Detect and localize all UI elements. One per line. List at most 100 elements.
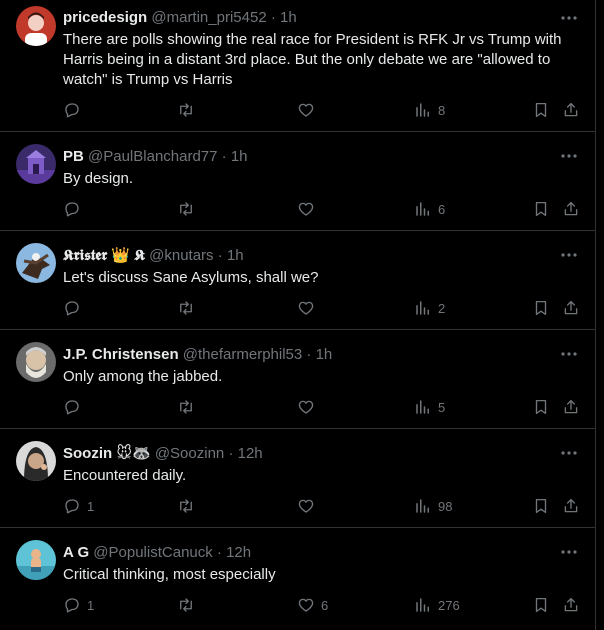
more-horizontal-icon xyxy=(561,451,577,455)
timestamp[interactable]: 12h xyxy=(238,445,263,462)
views-button[interactable]: 98 xyxy=(414,496,452,516)
tweet[interactable]: A G @PopulistCanuck · 12h Critical think… xyxy=(0,528,595,630)
views-button[interactable]: 5 xyxy=(414,397,445,417)
like-button[interactable] xyxy=(297,100,321,120)
tweet-header: 𝕶𝖗𝖎𝖘𝖙𝖊𝖗 👑 𝕶 @knutars · 1h xyxy=(63,246,575,265)
reply-button[interactable] xyxy=(63,199,87,219)
share-icon xyxy=(564,498,578,513)
tweet-header: Soozin 🐭🦝 @Soozinn · 12h xyxy=(63,444,575,463)
repost-button[interactable] xyxy=(177,100,201,120)
tweet-text: There are polls showing the real race fo… xyxy=(63,31,562,88)
more-options-button[interactable] xyxy=(559,8,579,28)
avatar[interactable] xyxy=(16,441,56,481)
more-horizontal-icon xyxy=(561,352,577,356)
reply-button[interactable]: 1 xyxy=(63,595,94,615)
repost-button[interactable] xyxy=(177,595,201,615)
bookmark-button[interactable] xyxy=(532,496,550,516)
display-name[interactable]: A G xyxy=(63,544,89,561)
repost-button[interactable] xyxy=(177,397,201,417)
share-icon xyxy=(564,201,578,216)
bookmark-button[interactable] xyxy=(532,595,550,615)
bookmark-button[interactable] xyxy=(532,199,550,219)
more-options-button[interactable] xyxy=(559,146,579,166)
avatar[interactable] xyxy=(16,540,56,580)
views-button[interactable]: 6 xyxy=(414,199,445,219)
display-name[interactable]: pricedesign xyxy=(63,9,147,26)
tweet[interactable]: Soozin 🐭🦝 @Soozinn · 12h Encountered dai… xyxy=(0,429,595,528)
more-options-button[interactable] xyxy=(559,443,579,463)
bookmark-button[interactable] xyxy=(532,100,550,120)
more-horizontal-icon xyxy=(561,16,577,20)
reply-icon xyxy=(65,598,79,613)
tweet-text: Only among the jabbed. xyxy=(63,368,223,385)
repost-button[interactable] xyxy=(177,298,201,318)
timestamp[interactable]: 1h xyxy=(280,9,297,26)
display-name[interactable]: Soozin 🐭🦝 xyxy=(63,445,151,462)
timestamp[interactable]: 1h xyxy=(227,247,244,264)
like-button[interactable] xyxy=(297,397,321,417)
avatar[interactable] xyxy=(16,6,56,46)
more-options-button[interactable] xyxy=(559,542,579,562)
views-button[interactable]: 2 xyxy=(414,298,445,318)
like-count: 6 xyxy=(321,597,329,613)
views-button[interactable]: 8 xyxy=(414,100,445,120)
reply-button[interactable] xyxy=(63,397,87,417)
like-button[interactable] xyxy=(297,199,321,219)
tweet-header: A G @PopulistCanuck · 12h xyxy=(63,543,575,562)
bookmark-button[interactable] xyxy=(532,397,550,417)
reply-button[interactable]: 1 xyxy=(63,496,94,516)
reply-button[interactable] xyxy=(63,100,87,120)
tweet[interactable]: pricedesign @martin_pri5452 · 1h There a… xyxy=(0,0,595,132)
more-options-button[interactable] xyxy=(559,245,579,265)
views-icon xyxy=(416,103,429,117)
display-name[interactable]: PB xyxy=(63,148,84,165)
tweet[interactable]: J.P. Christensen @thefarmerphil53 · 1h O… xyxy=(0,330,595,429)
handle[interactable]: @Soozinn xyxy=(155,445,224,462)
avatar[interactable] xyxy=(16,243,56,283)
like-button[interactable] xyxy=(297,496,321,516)
like-button[interactable]: 6 xyxy=(297,595,328,615)
action-bar: 1 6 276 xyxy=(63,595,579,615)
repost-icon xyxy=(180,499,192,513)
separator-dot: · xyxy=(270,9,276,26)
share-button[interactable] xyxy=(562,595,580,615)
bookmark-button[interactable] xyxy=(532,298,550,318)
heart-icon xyxy=(298,103,314,117)
view-count: 6 xyxy=(438,201,446,217)
reply-button[interactable] xyxy=(63,298,87,318)
view-count: 276 xyxy=(438,597,460,613)
avatar[interactable] xyxy=(16,342,56,382)
views-icon xyxy=(416,499,429,513)
views-button[interactable]: 276 xyxy=(414,595,460,615)
timestamp[interactable]: 1h xyxy=(316,346,333,363)
share-button[interactable] xyxy=(562,100,580,120)
more-options-button[interactable] xyxy=(559,344,579,364)
handle[interactable]: @PaulBlanchard77 xyxy=(88,148,217,165)
repost-button[interactable] xyxy=(177,199,201,219)
heart-icon xyxy=(298,202,314,216)
tweet[interactable]: PB @PaulBlanchard77 · 1h By design. 6 xyxy=(0,132,595,231)
display-name[interactable]: 𝕶𝖗𝖎𝖘𝖙𝖊𝖗 👑 𝕶 xyxy=(63,247,145,264)
timestamp[interactable]: 1h xyxy=(231,148,248,165)
separator-dot: · xyxy=(228,445,234,462)
heart-icon xyxy=(298,499,314,513)
handle[interactable]: @knutars xyxy=(149,247,213,264)
avatar[interactable] xyxy=(16,144,56,184)
share-button[interactable] xyxy=(562,298,580,318)
timestamp[interactable]: 12h xyxy=(226,544,251,561)
handle[interactable]: @thefarmerphil53 xyxy=(183,346,302,363)
repost-button[interactable] xyxy=(177,496,201,516)
display-name[interactable]: J.P. Christensen xyxy=(63,346,179,363)
tweet-header: pricedesign @martin_pri5452 · 1h xyxy=(63,8,575,27)
bookmark-icon xyxy=(535,201,547,217)
views-icon xyxy=(416,301,429,315)
share-button[interactable] xyxy=(562,496,580,516)
view-count: 2 xyxy=(438,300,446,316)
share-button[interactable] xyxy=(562,397,580,417)
share-button[interactable] xyxy=(562,199,580,219)
handle[interactable]: @martin_pri5452 xyxy=(151,9,266,26)
tweet[interactable]: 𝕶𝖗𝖎𝖘𝖙𝖊𝖗 👑 𝕶 @knutars · 1h Let's discuss … xyxy=(0,231,595,330)
handle[interactable]: @PopulistCanuck xyxy=(93,544,212,561)
like-button[interactable] xyxy=(297,298,321,318)
tweet-text: By design. xyxy=(63,170,134,187)
